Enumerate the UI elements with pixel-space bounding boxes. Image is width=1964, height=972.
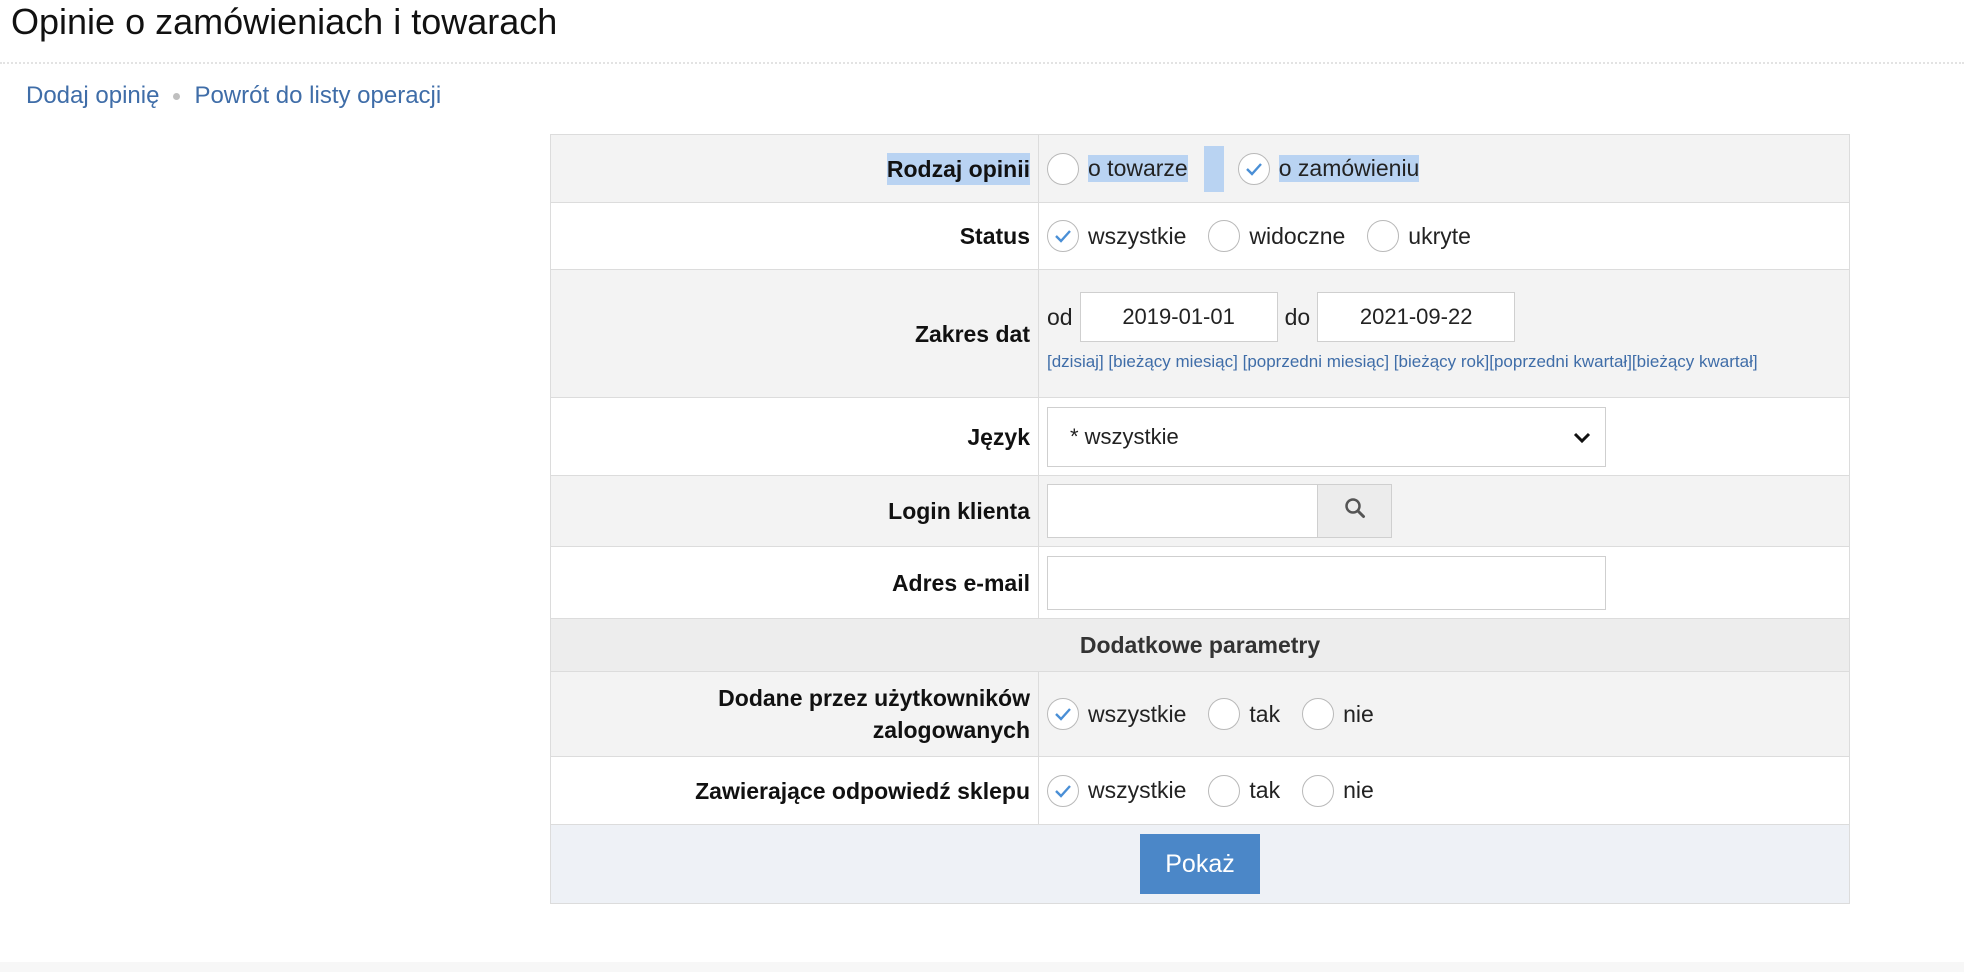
show-button[interactable]: Pokaż	[1140, 834, 1260, 894]
quick-link-previous-month[interactable]: [poprzedni miesiąc]	[1243, 352, 1389, 371]
shop-reply-no-label: nie	[1343, 777, 1374, 803]
language-selected-value: * wszystkie	[1070, 423, 1179, 449]
footer-band	[0, 962, 1964, 972]
date-from-input[interactable]	[1079, 292, 1278, 342]
logged-users-yes-label: tak	[1249, 700, 1281, 727]
opinion-type-label: Rodzaj opinii	[551, 135, 1039, 202]
submit-row: Pokaż	[551, 824, 1849, 903]
shop-reply-label: Zawierające odpowiedź sklepu	[551, 757, 1039, 824]
logged-users-option-all[interactable]: wszystkie	[1047, 698, 1186, 730]
date-to-label: do	[1284, 303, 1311, 330]
quick-date-links: [dzisiaj] [bieżący miesiąc] [poprzedni m…	[1047, 348, 1758, 375]
radio-product-label: o towarze	[1088, 155, 1188, 182]
shop-reply-all-label: wszystkie	[1088, 777, 1187, 803]
status-option-all[interactable]: wszystkie	[1047, 220, 1186, 252]
quick-link-today[interactable]: [dzisiaj]	[1047, 352, 1104, 371]
language-select[interactable]: * wszystkie	[1047, 406, 1606, 467]
radio-option-order[interactable]: o zamówieniu	[1237, 152, 1420, 185]
row-logged-users: Dodane przez użytkowników zalogowanych w…	[551, 671, 1849, 756]
shop-reply-option-all[interactable]: wszystkie	[1047, 774, 1187, 807]
status-visible-label: widoczne	[1249, 222, 1346, 249]
row-login: Login klienta	[551, 475, 1849, 546]
shop-reply-yes-label: tak	[1249, 777, 1281, 803]
title-divider	[0, 62, 1964, 64]
logged-users-radio-all[interactable]	[1047, 698, 1079, 730]
logged-users-label: Dodane przez użytkowników zalogowanych	[551, 672, 1039, 756]
status-radio-all[interactable]	[1047, 220, 1079, 252]
selection-highlight	[1203, 145, 1224, 192]
row-language: Język * wszystkie	[551, 397, 1849, 475]
logged-users-all-label: wszystkie	[1088, 700, 1187, 727]
status-all-label: wszystkie	[1088, 222, 1187, 249]
logged-users-label-line1: Dodane przez użytkowników	[718, 685, 1030, 711]
date-from-label: od	[1047, 303, 1073, 330]
login-label: Login klienta	[551, 476, 1039, 546]
subnav: Dodaj opinię Powrót do listy operacji	[26, 82, 441, 110]
status-radio-visible[interactable]	[1208, 220, 1241, 252]
add-opinion-link[interactable]: Dodaj opinię	[26, 82, 159, 110]
status-option-hidden[interactable]: ukryte	[1367, 220, 1471, 252]
status-hidden-label: ukryte	[1408, 222, 1471, 249]
shop-reply-radio-no[interactable]	[1302, 774, 1335, 807]
quick-link-current-month[interactable]: [bieżący miesiąc]	[1108, 352, 1237, 371]
search-icon	[1344, 497, 1366, 525]
shop-reply-option-yes[interactable]: tak	[1208, 774, 1281, 807]
date-range-label: Zakres dat	[551, 270, 1039, 397]
status-label: Status	[551, 203, 1039, 269]
row-status: Status wszystkie widoczne ukryte	[551, 202, 1849, 269]
date-to-input[interactable]	[1317, 292, 1516, 342]
shop-reply-option-no[interactable]: nie	[1302, 774, 1374, 807]
row-date-range: Zakres dat od do [dzisiaj] [bieżący mies…	[551, 269, 1849, 397]
language-label: Język	[551, 398, 1039, 475]
chevron-down-icon	[1573, 424, 1591, 450]
subnav-separator	[173, 92, 181, 100]
radio-option-product[interactable]: o towarze	[1047, 152, 1188, 185]
section-additional-params: Dodatkowe parametry	[551, 618, 1849, 671]
radio-order-label: o zamówieniu	[1278, 155, 1420, 182]
login-input[interactable]	[1047, 484, 1317, 538]
status-option-visible[interactable]: widoczne	[1208, 220, 1345, 252]
shop-reply-radio-all[interactable]	[1047, 774, 1079, 807]
row-email: Adres e-mail	[551, 546, 1849, 618]
radio-product[interactable]	[1047, 152, 1079, 185]
quick-link-current-quarter[interactable]: [bieżący kwartał]	[1632, 352, 1758, 371]
back-to-operations-link[interactable]: Powrót do listy operacji	[194, 82, 441, 110]
logged-users-label-line2: zalogowanych	[872, 717, 1030, 743]
logged-users-option-no[interactable]: nie	[1302, 698, 1374, 730]
email-input[interactable]	[1047, 555, 1606, 610]
row-shop-reply: Zawierające odpowiedź sklepu wszystkie t…	[551, 756, 1849, 824]
logged-users-option-yes[interactable]: tak	[1208, 698, 1280, 730]
page-title: Opinie o zamówieniach i towarach	[11, 1, 558, 42]
row-opinion-type: Rodzaj opinii o towarze o zamówieniu	[551, 135, 1849, 202]
quick-link-current-year[interactable]: [bieżący rok]	[1394, 352, 1489, 371]
radio-order[interactable]	[1237, 152, 1270, 185]
status-radio-hidden[interactable]	[1367, 220, 1400, 252]
quick-link-previous-quarter[interactable]: [poprzedni kwartał]	[1489, 352, 1632, 371]
email-label: Adres e-mail	[551, 547, 1039, 618]
shop-reply-radio-yes[interactable]	[1208, 774, 1241, 807]
logged-users-radio-yes[interactable]	[1208, 698, 1241, 730]
login-search-button[interactable]	[1317, 484, 1392, 538]
logged-users-no-label: nie	[1343, 700, 1374, 727]
logged-users-radio-no[interactable]	[1302, 698, 1335, 730]
filter-form: Rodzaj opinii o towarze o zamówieniu Sta…	[550, 134, 1850, 904]
